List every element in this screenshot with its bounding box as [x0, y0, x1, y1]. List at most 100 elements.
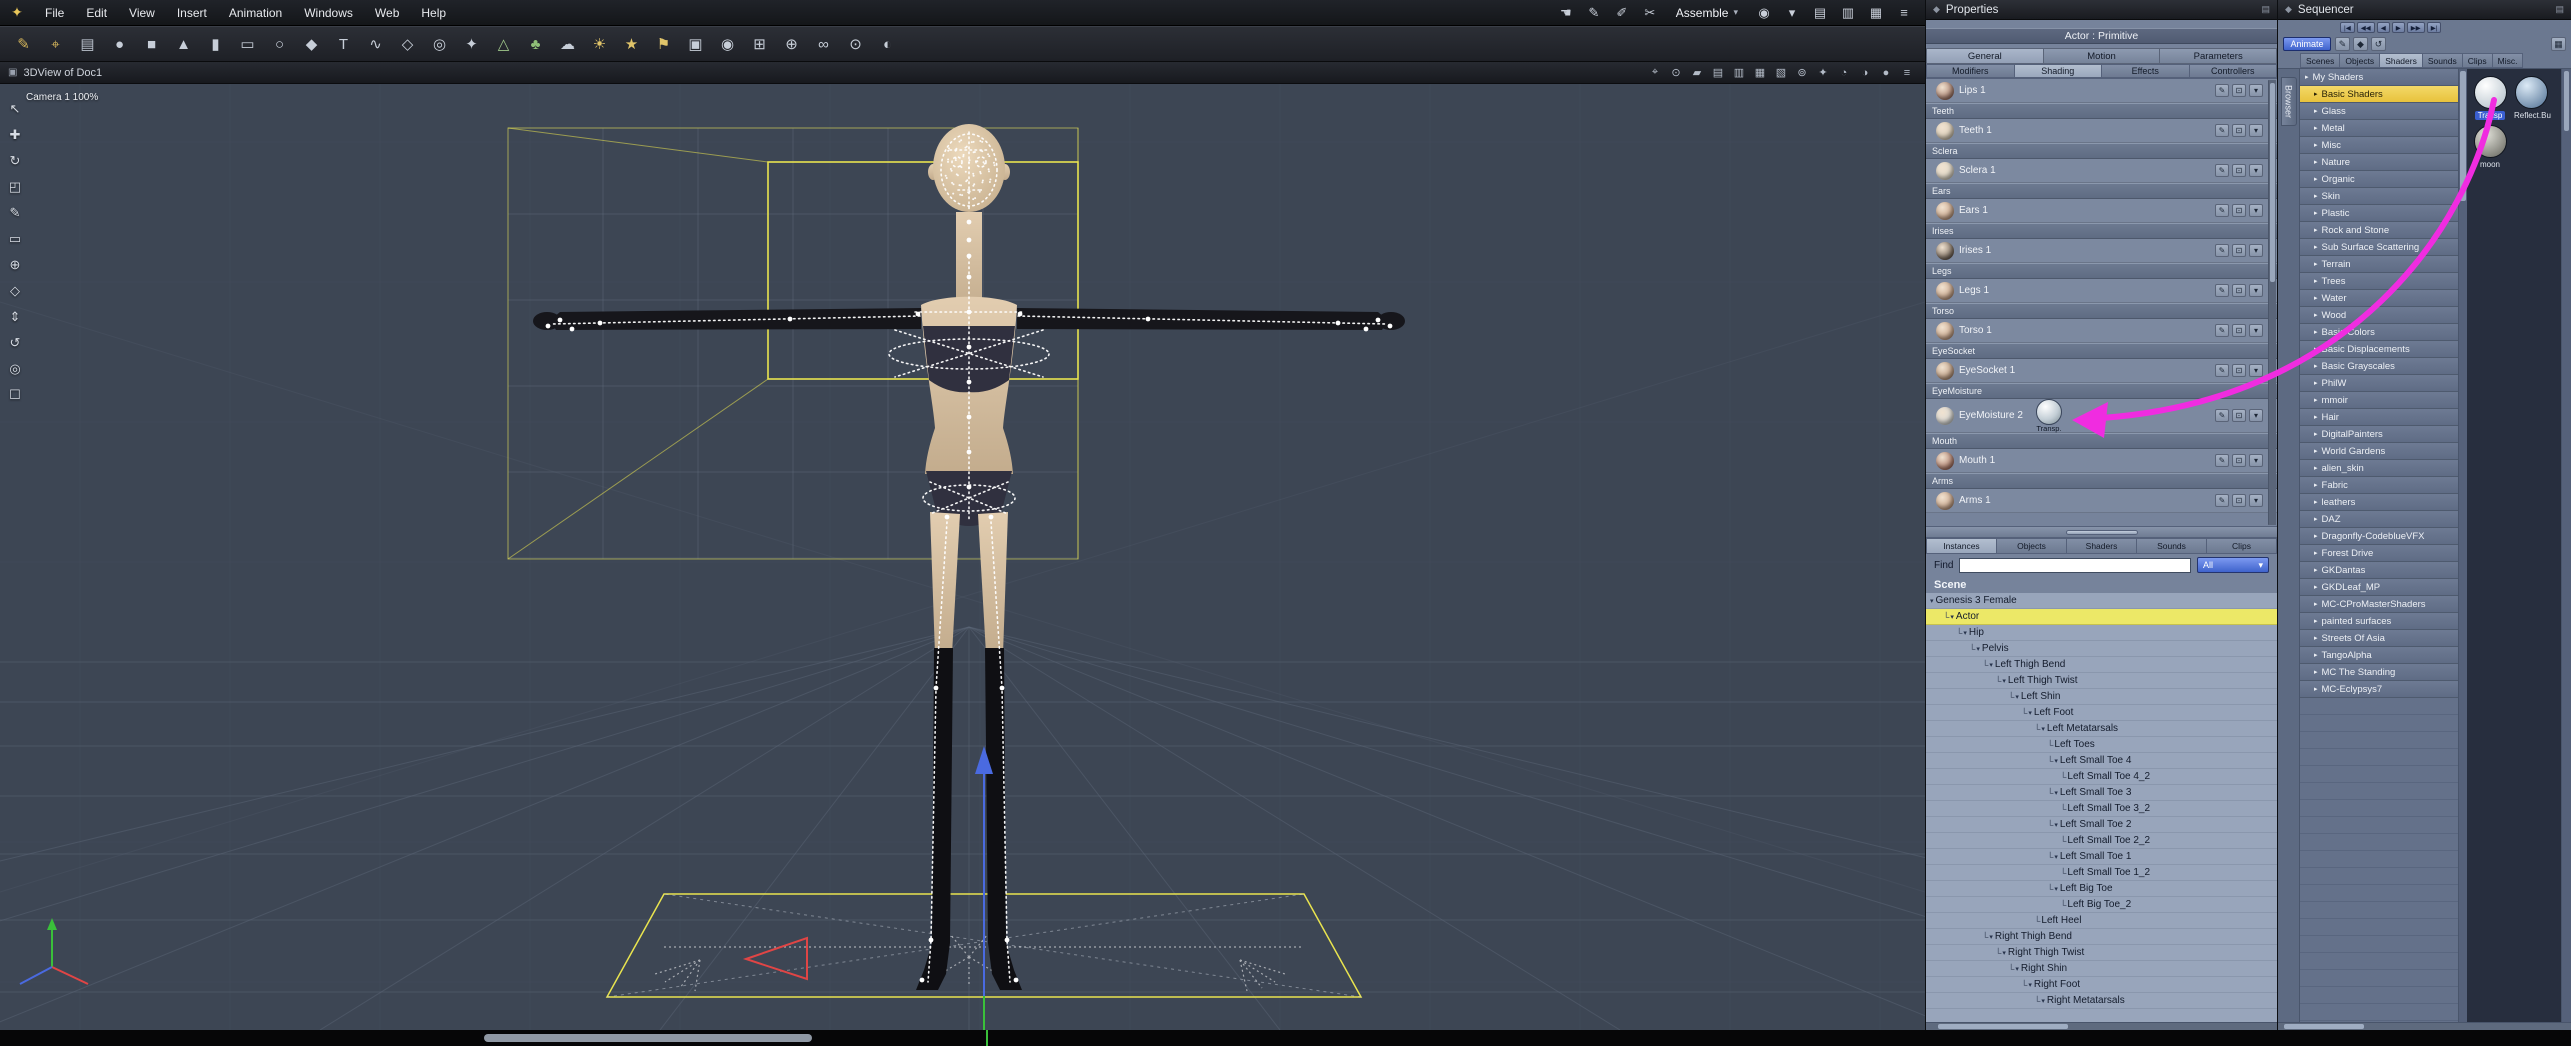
- layout-a-icon[interactable]: ▤: [1809, 3, 1831, 23]
- edit-shader-icon[interactable]: ✎: [2215, 364, 2229, 377]
- folder-arrow-icon[interactable]: ▸: [2314, 107, 2318, 115]
- shader-menu-ic[interactable]: ▾: [2249, 204, 2263, 217]
- category-water[interactable]: ▸ Water: [2300, 290, 2458, 307]
- subtab-shading[interactable]: Shading: [2014, 64, 2102, 78]
- tree-expand-icon[interactable]: ▾: [1976, 645, 1980, 653]
- production-frame-icon[interactable]: ⌖: [1647, 65, 1663, 80]
- transport-last-button[interactable]: ▶|: [2426, 22, 2442, 33]
- universal-manipulator-icon[interactable]: ✚: [3, 124, 27, 146]
- shading-item-ears-1[interactable]: Ears 1 ✎ ⊡ ▾: [1926, 199, 2277, 223]
- edit-shader-icon[interactable]: ✎: [2215, 284, 2229, 297]
- shader-menu-ic[interactable]: ▾: [2249, 164, 2263, 177]
- folder-arrow-icon[interactable]: ▸: [2314, 141, 2318, 149]
- folder-arrow-icon[interactable]: ▸: [2314, 464, 2318, 472]
- folder-arrow-icon[interactable]: ▸: [2314, 277, 2318, 285]
- edit-shader-icon[interactable]: ✎: [2215, 494, 2229, 507]
- menu-edit[interactable]: Edit: [75, 0, 118, 25]
- panel-splitter[interactable]: [1926, 526, 2277, 538]
- select-tool-icon[interactable]: ↖: [3, 98, 27, 120]
- shader-menu-ic[interactable]: ▾: [2249, 364, 2263, 377]
- viewport-options-icon[interactable]: ≡: [1899, 65, 1915, 80]
- tree-item-left-shin[interactable]: └ ▾ Left Shin: [1926, 689, 2277, 705]
- transport-rew-button[interactable]: ◀◀: [2356, 22, 2375, 33]
- category-streets-of-asia[interactable]: ▸ Streets Of Asia: [2300, 630, 2458, 647]
- layout-three-icon[interactable]: ▦: [1752, 65, 1768, 80]
- shader-menu-ic[interactable]: ▾: [2249, 284, 2263, 297]
- cylinder-primitive-icon[interactable]: ▮: [200, 30, 231, 58]
- animate-toggle-button[interactable]: Animate: [2283, 37, 2331, 51]
- shader-menu-ic[interactable]: ▾: [2249, 244, 2263, 257]
- category-philw[interactable]: ▸ PhilW: [2300, 375, 2458, 392]
- category-wood[interactable]: ▸ Wood: [2300, 307, 2458, 324]
- tab-instances[interactable]: Instances: [1926, 538, 1997, 554]
- effects-icon[interactable]: ✦: [1815, 65, 1831, 80]
- category-gkdleaf-mp[interactable]: ▸ GKDLeaf_MP: [2300, 579, 2458, 596]
- tree-expand-icon[interactable]: ▾: [2015, 965, 2019, 973]
- menu-view[interactable]: View: [118, 0, 166, 25]
- tree-expand-icon[interactable]: ▾: [2015, 693, 2019, 701]
- category-trees[interactable]: ▸ Trees: [2300, 273, 2458, 290]
- detach-shader-icon[interactable]: ⊡: [2232, 84, 2246, 97]
- edit-shader-icon[interactable]: ✎: [2215, 409, 2229, 422]
- tree-item-left-metatarsals[interactable]: └ ▾ Left Metatarsals: [1926, 721, 2277, 737]
- folder-arrow-icon[interactable]: ▸: [2314, 379, 2318, 387]
- camera-icon[interactable]: ▣: [680, 30, 711, 58]
- edit-shader-icon[interactable]: ✎: [2215, 84, 2229, 97]
- shading-scrollbar-thumb[interactable]: [2270, 83, 2275, 283]
- category-hair[interactable]: ▸ Hair: [2300, 409, 2458, 426]
- folder-arrow-icon[interactable]: ▸: [2314, 532, 2318, 540]
- tab-clips[interactable]: Clips: [2462, 53, 2493, 68]
- panel-menu-icon[interactable]: ▤: [2261, 4, 2270, 15]
- category-my-shaders[interactable]: ▸ My Shaders: [2300, 69, 2458, 86]
- folder-arrow-icon[interactable]: ▸: [2314, 209, 2318, 217]
- category-misc[interactable]: ▸ Misc: [2300, 137, 2458, 154]
- tree-item-right-shin[interactable]: └ ▾ Right Shin: [1926, 961, 2277, 977]
- transport-ff-button[interactable]: ▶▶: [2406, 22, 2425, 33]
- shading-item-lips-1[interactable]: Lips 1 ✎ ⊡ ▾: [1926, 79, 2277, 103]
- layout-four-icon[interactable]: ▧: [1773, 65, 1789, 80]
- edit-shader-icon[interactable]: ✎: [2215, 164, 2229, 177]
- tree-item-left-thigh-twist[interactable]: └ ▾ Left Thigh Twist: [1926, 673, 2277, 689]
- tree-item-left-foot[interactable]: └ ▾ Left Foot: [1926, 705, 2277, 721]
- pen-tool-icon[interactable]: ✎: [1583, 3, 1605, 23]
- tab-parameters[interactable]: Parameters: [2160, 48, 2278, 64]
- tree-item-left-big-toe[interactable]: └ ▾ Left Big Toe: [1926, 881, 2277, 897]
- camera-bank-icon[interactable]: ↺: [3, 332, 27, 354]
- preview-quality-icon[interactable]: ⊙: [1668, 65, 1684, 80]
- tree-expand-icon[interactable]: ▾: [2002, 949, 2006, 957]
- folder-arrow-icon[interactable]: ▸: [2314, 243, 2318, 251]
- category-world-gardens[interactable]: ▸ World Gardens: [2300, 443, 2458, 460]
- link-icon[interactable]: ∞: [808, 30, 839, 58]
- tree-expand-icon[interactable]: ▾: [1950, 613, 1954, 621]
- folder-arrow-icon[interactable]: ▸: [2314, 345, 2318, 353]
- browser-scrollbar[interactable]: [2561, 69, 2571, 1022]
- menu-animation[interactable]: Animation: [218, 0, 293, 25]
- folder-arrow-icon[interactable]: ▸: [2314, 634, 2318, 642]
- category-basic-colors[interactable]: ▸ Basic Colors: [2300, 324, 2458, 341]
- category-scrollbar[interactable]: [2458, 69, 2467, 1022]
- plane-primitive-icon[interactable]: ▭: [232, 30, 263, 58]
- tree-item-left-small-toe-2-2[interactable]: └ Left Small Toe 2_2: [1926, 833, 2277, 849]
- layout-c-icon[interactable]: ▦: [1865, 3, 1887, 23]
- shading-item-legs-1[interactable]: Legs 1 ✎ ⊡ ▾: [1926, 279, 2277, 303]
- eye-icon[interactable]: ◉: [1753, 3, 1775, 23]
- terrain-icon[interactable]: △: [488, 30, 519, 58]
- find-input[interactable]: [1959, 557, 2191, 573]
- layout-single-icon[interactable]: ▤: [1710, 65, 1726, 80]
- category-basic-grayscales[interactable]: ▸ Basic Grayscales: [2300, 358, 2458, 375]
- viewport-3d[interactable]: ▣ 3DView of Doc1 ⌖ ⊙ ▰ ▤ ▥ ▦ ▧ ⊚ ✦ ◔ ◑ ● ≡ Camera 1 …: [0, 62, 1925, 1030]
- wireframe-pen-icon[interactable]: ✎: [8, 30, 39, 58]
- folder-arrow-icon[interactable]: ▸: [2314, 158, 2318, 166]
- category-glass[interactable]: ▸ Glass: [2300, 103, 2458, 120]
- tree-item-right-thigh-bend[interactable]: └ ▾ Right Thigh Bend: [1926, 929, 2277, 945]
- folder-arrow-icon[interactable]: ▸: [2314, 583, 2318, 591]
- tree-expand-icon[interactable]: ▾: [1963, 629, 1967, 637]
- category-dragonfly-codebluevfx[interactable]: ▸ Dragonfly-CodeblueVFX: [2300, 528, 2458, 545]
- tab-sounds[interactable]: Sounds: [2137, 538, 2207, 554]
- folder-arrow-icon[interactable]: ▸: [2305, 73, 2309, 81]
- category-gkdantas[interactable]: ▸ GKDantas: [2300, 562, 2458, 579]
- browser-hscrollbar[interactable]: [2278, 1022, 2571, 1030]
- subtab-controllers[interactable]: Controllers: [2189, 64, 2277, 78]
- shader-menu-ic[interactable]: ▾: [2249, 409, 2263, 422]
- keyframe-icon[interactable]: ✎: [2335, 37, 2350, 51]
